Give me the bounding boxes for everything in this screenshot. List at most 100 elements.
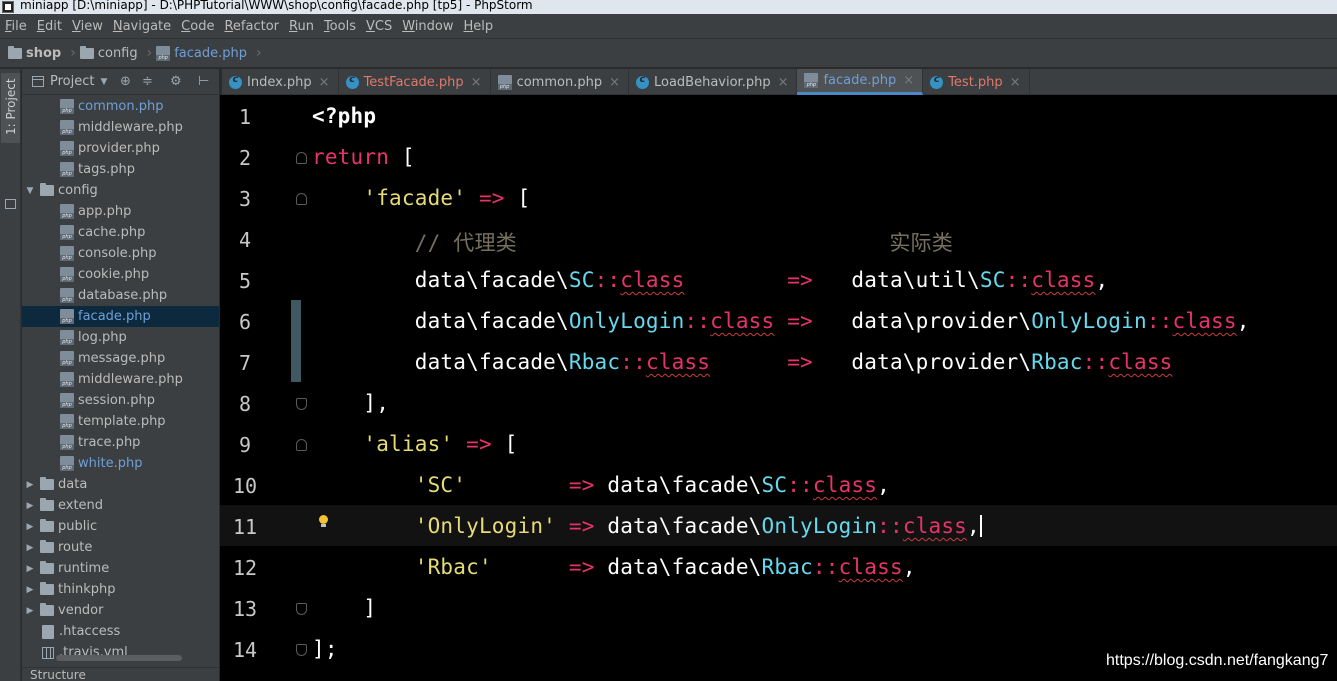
- project-icon: [32, 76, 44, 87]
- editor-tab[interactable]: LoadBehavior.php ×: [629, 69, 798, 95]
- line-number: 2: [238, 146, 252, 170]
- tree-folder[interactable]: ▶ data: [22, 474, 219, 495]
- close-tab-icon[interactable]: ×: [319, 75, 330, 90]
- tree-file[interactable]: .htaccess: [22, 621, 219, 642]
- tree-file[interactable]: session.php: [22, 390, 219, 411]
- fold-marker-icon[interactable]: [296, 603, 307, 615]
- structure-tool-icon[interactable]: [4, 197, 16, 209]
- tree-folder[interactable]: ▶ runtime: [22, 558, 219, 579]
- code-line[interactable]: 10 'SC' => data\facade\SC::class,: [220, 464, 1337, 505]
- close-tab-icon[interactable]: ×: [1010, 75, 1021, 90]
- tree-file[interactable]: message.php: [22, 348, 219, 369]
- dropdown-arrow-icon[interactable]: ▼: [100, 77, 107, 87]
- locate-icon[interactable]: ⊕: [120, 74, 131, 89]
- collapse-arrow-icon[interactable]: ▶: [24, 501, 36, 511]
- code-line[interactable]: 2 return [: [220, 136, 1337, 177]
- fold-marker-icon[interactable]: [296, 439, 307, 451]
- menu-file[interactable]: File: [5, 19, 27, 34]
- menu-tools[interactable]: Tools: [324, 19, 356, 34]
- close-tab-icon[interactable]: ×: [778, 75, 789, 90]
- collapse-arrow-icon[interactable]: ▶: [24, 480, 36, 490]
- editor-tab[interactable]: TestFacade.php ×: [339, 69, 491, 95]
- tree-file[interactable]: cache.php: [22, 222, 219, 243]
- gear-icon[interactable]: ⚙: [170, 74, 182, 89]
- tree-file[interactable]: facade.php: [22, 306, 219, 327]
- breadcrumb-item-config[interactable]: config: [79, 45, 138, 61]
- code-line[interactable]: 7 data\facade\Rbac::class => data\provid…: [220, 341, 1337, 382]
- tree-folder[interactable]: ▶ route: [22, 537, 219, 558]
- code-editor[interactable]: 1 <?php 2 return [3 'facade' => [4 // 代理类 实…: [220, 95, 1337, 681]
- fold-marker-icon[interactable]: [296, 193, 307, 205]
- collapse-arrow-icon[interactable]: ▶: [24, 564, 36, 574]
- tree-file[interactable]: cookie.php: [22, 264, 219, 285]
- menu-refactor[interactable]: Refactor: [224, 19, 279, 34]
- close-tab-icon[interactable]: ×: [471, 75, 482, 90]
- tree-file[interactable]: log.php: [22, 327, 219, 348]
- tree-item-label: white.php: [78, 456, 143, 471]
- menu-vcs[interactable]: VCS: [366, 19, 392, 34]
- menu-edit[interactable]: Edit: [37, 19, 62, 34]
- code-line[interactable]: 5 data\facade\SC::class => data\util\SC:…: [220, 259, 1337, 300]
- fold-marker-icon[interactable]: [296, 152, 307, 164]
- php-file-icon: [60, 141, 74, 156]
- breadcrumb-item-file[interactable]: facade.php: [156, 45, 247, 61]
- tree-file[interactable]: provider.php: [22, 138, 219, 159]
- fold-marker-icon[interactable]: [296, 398, 307, 410]
- expand-arrow-icon[interactable]: ▼: [24, 186, 36, 196]
- close-tab-icon[interactable]: ×: [903, 73, 914, 88]
- tree-file[interactable]: console.php: [22, 243, 219, 264]
- collapse-arrow-icon[interactable]: ▶: [24, 606, 36, 616]
- line-number: 9: [238, 433, 252, 457]
- menu-window[interactable]: Window: [402, 19, 453, 34]
- tree-folder[interactable]: ▶ thinkphp: [22, 579, 219, 600]
- structure-panel-header[interactable]: Structure: [22, 667, 219, 681]
- php-file-icon: [60, 351, 74, 366]
- editor-tab[interactable]: Index.php ×: [222, 69, 339, 95]
- tree-file[interactable]: template.php: [22, 411, 219, 432]
- tree-file[interactable]: app.php: [22, 201, 219, 222]
- code-line[interactable]: 12 'Rbac' => data\facade\Rbac::class,: [220, 546, 1337, 587]
- tree-file[interactable]: database.php: [22, 285, 219, 306]
- menu-help[interactable]: Help: [464, 19, 494, 34]
- code-line[interactable]: 4 // 代理类 实际类: [220, 218, 1337, 259]
- fold-marker-icon[interactable]: [296, 644, 307, 656]
- menu-view[interactable]: View: [72, 19, 103, 34]
- project-tool-window-button[interactable]: 1: Project: [1, 73, 20, 143]
- tree-file[interactable]: middleware.php: [22, 369, 219, 390]
- collapse-arrow-icon[interactable]: ▶: [24, 543, 36, 553]
- editor-tab[interactable]: facade.php ×: [797, 69, 924, 95]
- collapse-all-icon[interactable]: ≑: [142, 74, 153, 89]
- tree-horizontal-scrollbar[interactable]: [56, 655, 182, 661]
- code-line[interactable]: 1 <?php: [220, 95, 1337, 136]
- code-line[interactable]: 6 data\facade\OnlyLogin::class => data\p…: [220, 300, 1337, 341]
- tree-file[interactable]: white.php: [22, 453, 219, 474]
- tree-file[interactable]: common.php: [22, 96, 219, 117]
- project-tree: common.php middleware.php provider.php tags…: [22, 96, 219, 663]
- collapse-arrow-icon[interactable]: ▶: [24, 522, 36, 532]
- tree-folder[interactable]: ▼ config: [22, 180, 219, 201]
- code-line[interactable]: 9 'alias' => [: [220, 423, 1337, 464]
- code-line[interactable]: 11 'OnlyLogin' => data\facade\OnlyLogin:…: [220, 505, 1337, 546]
- code-text: 'Rbac' => data\facade\Rbac::class,: [312, 555, 916, 579]
- code-line[interactable]: 3 'facade' => [: [220, 177, 1337, 218]
- hide-panel-icon[interactable]: ⊢: [198, 74, 209, 89]
- menu-navigate[interactable]: Navigate: [113, 19, 171, 34]
- tree-folder[interactable]: ▶ vendor: [22, 600, 219, 621]
- tree-file[interactable]: middleware.php: [22, 117, 219, 138]
- close-tab-icon[interactable]: ×: [609, 75, 620, 90]
- editor-tab[interactable]: Test.php ×: [923, 69, 1030, 95]
- menu-run[interactable]: Run: [289, 19, 314, 34]
- tree-file[interactable]: trace.php: [22, 432, 219, 453]
- collapse-arrow-icon[interactable]: ▶: [24, 585, 36, 595]
- breadcrumb-item-shop[interactable]: shop: [8, 45, 61, 61]
- code-line[interactable]: 8 ],: [220, 382, 1337, 423]
- panel-title[interactable]: Project: [50, 74, 94, 89]
- tree-folder[interactable]: ▶ public: [22, 516, 219, 537]
- tree-folder[interactable]: ▶ extend: [22, 495, 219, 516]
- tree-file[interactable]: tags.php: [22, 159, 219, 180]
- php-file-icon: [60, 456, 74, 471]
- menu-code[interactable]: Code: [181, 19, 214, 34]
- editor-tab[interactable]: common.php ×: [491, 69, 629, 95]
- code-line[interactable]: 13 ]: [220, 587, 1337, 628]
- code-token: Rbac: [568, 350, 621, 374]
